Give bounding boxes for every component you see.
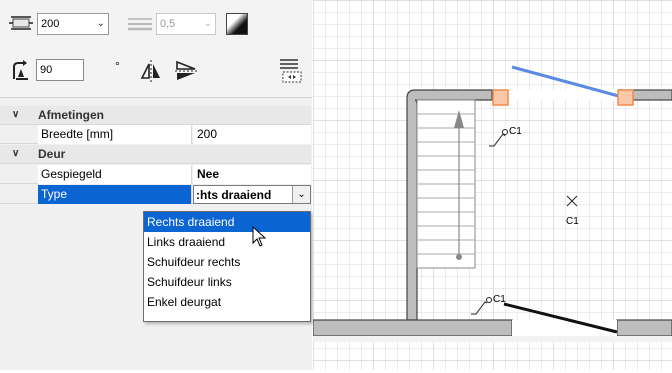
staircase[interactable] xyxy=(416,99,476,269)
property-name: Breedte [mm] xyxy=(38,125,192,144)
chevron-down-icon[interactable]: ∨ xyxy=(12,145,19,163)
toolbar-top: 200 ⌄ 0,5 ⌄ xyxy=(0,0,312,46)
dropdown-option[interactable]: Schuifdeur links xyxy=(144,272,310,292)
symbol-label: C1 xyxy=(509,126,522,137)
line-thickness-icon xyxy=(126,15,154,33)
type-dropdown-list: Rechts draaiend Links draaiend Schuifdeu… xyxy=(143,211,311,322)
category-label: Afmetingen xyxy=(38,108,104,122)
properties-panel: 200 ⌄ 0,5 ⌄ 90 ° ∨ Afmetingen Breedte [m… xyxy=(0,0,312,370)
dropdown-option[interactable]: Enkel deurgat xyxy=(144,292,310,312)
chevron-down-icon: ⌄ xyxy=(203,18,212,29)
dropdown-option[interactable]: Rechts draaiend xyxy=(144,212,310,232)
thickness-select: 0,5 ⌄ xyxy=(156,13,216,35)
degree-label: ° xyxy=(115,59,120,73)
door-handle-left xyxy=(492,89,509,106)
chevron-down-icon[interactable]: ∨ xyxy=(12,106,19,124)
mirror-vertical-icon[interactable] xyxy=(173,58,199,84)
width-select-value: 200 xyxy=(41,18,60,30)
wall-width-icon[interactable] xyxy=(8,13,34,33)
dropdown-option[interactable]: Links draaiend xyxy=(144,232,310,252)
angle-input[interactable]: 90 xyxy=(36,59,84,81)
category-afmetingen[interactable]: ∨ Afmetingen xyxy=(0,106,311,125)
thickness-select-value: 0,5 xyxy=(160,18,176,30)
mouse-cursor-icon xyxy=(252,225,268,248)
width-select[interactable]: 200 ⌄ xyxy=(37,13,109,35)
property-row-gespiegeld[interactable]: Gespiegeld Nee xyxy=(0,165,311,184)
property-value[interactable]: 200 xyxy=(193,125,311,144)
type-combobox-value: :hts draaiend xyxy=(196,188,272,202)
type-combobox[interactable]: :hts draaiend ⌄ xyxy=(193,185,311,204)
floorplan-svg: C1 C1 C1 xyxy=(312,0,672,370)
angle-input-value: 90 xyxy=(40,64,53,76)
mirror-horizontal-icon[interactable] xyxy=(138,58,164,84)
symbol-label: C1 xyxy=(566,216,579,227)
drawing-canvas[interactable]: C1 C1 C1 xyxy=(312,0,672,370)
property-name: Type xyxy=(38,185,192,204)
property-name: Gespiegeld xyxy=(38,165,192,184)
property-value[interactable]: Nee xyxy=(193,165,311,184)
list-properties-icon[interactable] xyxy=(276,55,304,85)
category-label: Deur xyxy=(38,147,66,161)
rotate-icon[interactable] xyxy=(8,59,32,83)
property-row-breedte[interactable]: Breedte [mm] 200 xyxy=(0,125,311,144)
category-deur[interactable]: ∨ Deur xyxy=(0,145,311,164)
symbol-label: C1 xyxy=(493,294,506,305)
door-handle-right xyxy=(617,89,634,106)
chevron-down-icon: ⌄ xyxy=(96,18,105,29)
property-row-type[interactable]: Type :hts draaiend ⌄ xyxy=(0,185,311,204)
dropdown-option[interactable]: Schuifdeur rechts xyxy=(144,252,310,272)
color-fill-icon[interactable] xyxy=(226,13,248,35)
toolbar-bottom: 90 ° xyxy=(0,46,312,98)
chevron-down-icon[interactable]: ⌄ xyxy=(292,186,310,203)
